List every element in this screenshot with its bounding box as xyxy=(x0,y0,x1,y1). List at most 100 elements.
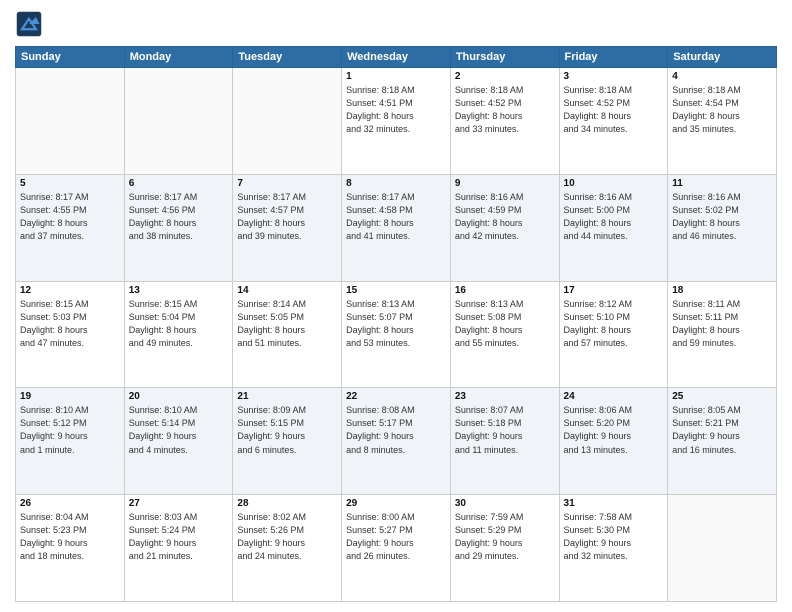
calendar-cell: 20Sunrise: 8:10 AMSunset: 5:14 PMDayligh… xyxy=(124,388,233,495)
day-number: 2 xyxy=(455,71,555,82)
calendar-header-friday: Friday xyxy=(559,47,668,68)
day-info: Sunrise: 8:05 AMSunset: 5:21 PMDaylight:… xyxy=(672,404,772,456)
day-info: Sunrise: 8:15 AMSunset: 5:03 PMDaylight:… xyxy=(20,298,120,350)
header xyxy=(15,10,777,38)
day-number: 29 xyxy=(346,498,446,509)
calendar-cell: 15Sunrise: 8:13 AMSunset: 5:07 PMDayligh… xyxy=(342,281,451,388)
day-number: 24 xyxy=(564,391,664,402)
calendar-cell: 2 Sunrise: 8:18 AMSunset: 4:52 PMDaylight… xyxy=(450,68,559,175)
calendar-cell: 7 Sunrise: 8:17 AMSunset: 4:57 PMDaylight… xyxy=(233,174,342,281)
day-info: Sunrise: 8:16 AMSunset: 4:59 PMDaylight:… xyxy=(455,191,555,243)
day-number: 12 xyxy=(20,285,120,296)
calendar-week-row: 1Sunrise: 8:18 AMSunset: 4:51 PMDaylight… xyxy=(16,68,777,175)
day-number: 27 xyxy=(129,498,229,509)
day-number: 5 xyxy=(20,178,120,189)
calendar-week-row: 19 Sunrise: 8:10 AMSunset: 5:12 PMDayligh… xyxy=(16,388,777,495)
day-info: Sunrise: 8:17 AMSunset: 4:57 PMDaylight:… xyxy=(237,191,337,243)
day-info: Sunrise: 7:59 AMSunset: 5:29 PMDaylight:… xyxy=(455,511,555,563)
day-info: Sunrise: 8:16 AMSunset: 5:00 PMDaylight:… xyxy=(564,191,664,243)
calendar-cell: 21 Sunrise: 8:09 AMSunset: 5:15 PMDayligh… xyxy=(233,388,342,495)
page: SundayMondayTuesdayWednesdayThursdayFrid… xyxy=(0,0,792,612)
day-number: 20 xyxy=(129,391,229,402)
day-info: Sunrise: 8:09 AMSunset: 5:15 PMDaylight:… xyxy=(237,404,337,456)
calendar-cell: 1Sunrise: 8:18 AMSunset: 4:51 PMDaylight… xyxy=(342,68,451,175)
calendar-cell: 26 Sunrise: 8:04 AMSunset: 5:23 PMDayligh… xyxy=(16,495,125,602)
day-number: 15 xyxy=(346,285,446,296)
calendar-cell: 27 Sunrise: 8:03 AMSunset: 5:24 PMDayligh… xyxy=(124,495,233,602)
calendar-cell: 22Sunrise: 8:08 AMSunset: 5:17 PMDayligh… xyxy=(342,388,451,495)
calendar-cell xyxy=(124,68,233,175)
day-number: 22 xyxy=(346,391,446,402)
day-number: 21 xyxy=(237,391,337,402)
calendar-cell: 17 Sunrise: 8:12 AMSunset: 5:10 PMDayligh… xyxy=(559,281,668,388)
day-number: 6 xyxy=(129,178,229,189)
day-number: 18 xyxy=(672,285,772,296)
calendar-cell: 19 Sunrise: 8:10 AMSunset: 5:12 PMDayligh… xyxy=(16,388,125,495)
day-info: Sunrise: 8:04 AMSunset: 5:23 PMDaylight:… xyxy=(20,511,120,563)
day-number: 28 xyxy=(237,498,337,509)
logo-icon xyxy=(15,10,43,38)
calendar-cell: 9 Sunrise: 8:16 AMSunset: 4:59 PMDaylight… xyxy=(450,174,559,281)
calendar-cell: 13Sunrise: 8:15 AMSunset: 5:04 PMDayligh… xyxy=(124,281,233,388)
calendar-table: SundayMondayTuesdayWednesdayThursdayFrid… xyxy=(15,46,777,602)
calendar-cell: 29 Sunrise: 8:00 AMSunset: 5:27 PMDayligh… xyxy=(342,495,451,602)
day-number: 25 xyxy=(672,391,772,402)
day-number: 31 xyxy=(564,498,664,509)
day-number: 4 xyxy=(672,71,772,82)
day-number: 23 xyxy=(455,391,555,402)
calendar-cell: 18 Sunrise: 8:11 AMSunset: 5:11 PMDayligh… xyxy=(668,281,777,388)
calendar-cell: 30Sunrise: 7:59 AMSunset: 5:29 PMDayligh… xyxy=(450,495,559,602)
day-info: Sunrise: 8:15 AMSunset: 5:04 PMDaylight:… xyxy=(129,298,229,350)
calendar-cell: 24 Sunrise: 8:06 AMSunset: 5:20 PMDayligh… xyxy=(559,388,668,495)
calendar-cell: 23 Sunrise: 8:07 AMSunset: 5:18 PMDayligh… xyxy=(450,388,559,495)
calendar-header-row: SundayMondayTuesdayWednesdayThursdayFrid… xyxy=(16,47,777,68)
day-info: Sunrise: 8:17 AMSunset: 4:55 PMDaylight:… xyxy=(20,191,120,243)
day-info: Sunrise: 8:10 AMSunset: 5:12 PMDaylight:… xyxy=(20,404,120,456)
day-info: Sunrise: 8:02 AMSunset: 5:26 PMDaylight:… xyxy=(237,511,337,563)
day-number: 14 xyxy=(237,285,337,296)
day-info: Sunrise: 8:00 AMSunset: 5:27 PMDaylight:… xyxy=(346,511,446,563)
day-number: 19 xyxy=(20,391,120,402)
calendar-cell: 6 Sunrise: 8:17 AMSunset: 4:56 PMDaylight… xyxy=(124,174,233,281)
calendar-week-row: 12 Sunrise: 8:15 AMSunset: 5:03 PMDayligh… xyxy=(16,281,777,388)
day-number: 26 xyxy=(20,498,120,509)
calendar-cell: 8Sunrise: 8:17 AMSunset: 4:58 PMDaylight… xyxy=(342,174,451,281)
calendar-cell xyxy=(233,68,342,175)
calendar-cell xyxy=(668,495,777,602)
day-info: Sunrise: 8:18 AMSunset: 4:52 PMDaylight:… xyxy=(455,84,555,136)
day-number: 7 xyxy=(237,178,337,189)
calendar-cell: 5 Sunrise: 8:17 AMSunset: 4:55 PMDaylight… xyxy=(16,174,125,281)
calendar-cell: 25 Sunrise: 8:05 AMSunset: 5:21 PMDayligh… xyxy=(668,388,777,495)
day-number: 9 xyxy=(455,178,555,189)
day-info: Sunrise: 8:17 AMSunset: 4:56 PMDaylight:… xyxy=(129,191,229,243)
day-info: Sunrise: 8:13 AMSunset: 5:08 PMDaylight:… xyxy=(455,298,555,350)
day-number: 16 xyxy=(455,285,555,296)
calendar-header-thursday: Thursday xyxy=(450,47,559,68)
day-number: 11 xyxy=(672,178,772,189)
day-number: 17 xyxy=(564,285,664,296)
calendar-cell: 12 Sunrise: 8:15 AMSunset: 5:03 PMDayligh… xyxy=(16,281,125,388)
calendar-week-row: 5 Sunrise: 8:17 AMSunset: 4:55 PMDaylight… xyxy=(16,174,777,281)
calendar-header-wednesday: Wednesday xyxy=(342,47,451,68)
day-info: Sunrise: 8:06 AMSunset: 5:20 PMDaylight:… xyxy=(564,404,664,456)
day-info: Sunrise: 8:07 AMSunset: 5:18 PMDaylight:… xyxy=(455,404,555,456)
day-info: Sunrise: 8:16 AMSunset: 5:02 PMDaylight:… xyxy=(672,191,772,243)
day-info: Sunrise: 8:12 AMSunset: 5:10 PMDaylight:… xyxy=(564,298,664,350)
calendar-cell: 3Sunrise: 8:18 AMSunset: 4:52 PMDaylight… xyxy=(559,68,668,175)
day-info: Sunrise: 8:14 AMSunset: 5:05 PMDaylight:… xyxy=(237,298,337,350)
calendar-cell: 11 Sunrise: 8:16 AMSunset: 5:02 PMDayligh… xyxy=(668,174,777,281)
calendar-cell: 28 Sunrise: 8:02 AMSunset: 5:26 PMDayligh… xyxy=(233,495,342,602)
calendar-week-row: 26 Sunrise: 8:04 AMSunset: 5:23 PMDayligh… xyxy=(16,495,777,602)
logo xyxy=(15,10,47,38)
calendar-header-tuesday: Tuesday xyxy=(233,47,342,68)
calendar-header-saturday: Saturday xyxy=(668,47,777,68)
calendar-cell xyxy=(16,68,125,175)
day-info: Sunrise: 8:11 AMSunset: 5:11 PMDaylight:… xyxy=(672,298,772,350)
day-number: 10 xyxy=(564,178,664,189)
day-info: Sunrise: 8:03 AMSunset: 5:24 PMDaylight:… xyxy=(129,511,229,563)
calendar-cell: 4 Sunrise: 8:18 AMSunset: 4:54 PMDaylight… xyxy=(668,68,777,175)
calendar-cell: 31 Sunrise: 7:58 AMSunset: 5:30 PMDayligh… xyxy=(559,495,668,602)
day-info: Sunrise: 7:58 AMSunset: 5:30 PMDaylight:… xyxy=(564,511,664,563)
day-info: Sunrise: 8:18 AMSunset: 4:54 PMDaylight:… xyxy=(672,84,772,136)
calendar-cell: 14 Sunrise: 8:14 AMSunset: 5:05 PMDayligh… xyxy=(233,281,342,388)
